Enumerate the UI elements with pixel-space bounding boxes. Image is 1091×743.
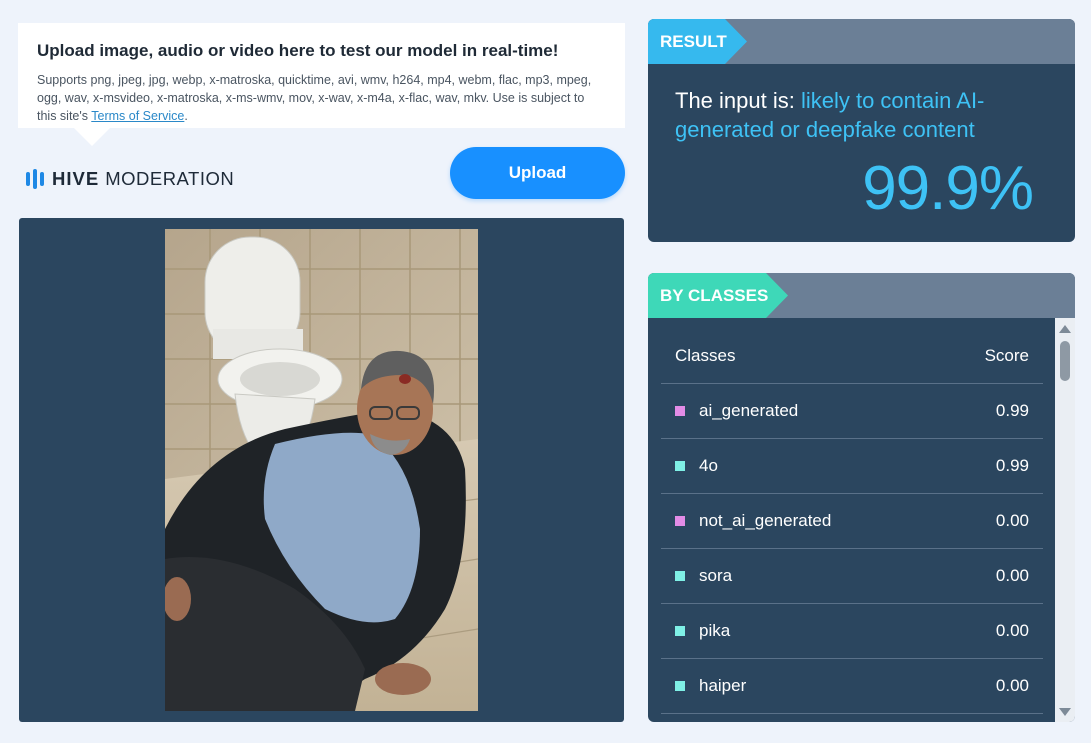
logo-brand: HIVE (52, 168, 100, 189)
logo-product: MODERATION (105, 168, 235, 189)
by-classes-tag: BY CLASSES (648, 273, 788, 318)
score-column-header: Score (984, 346, 1029, 365)
class-color-swatch (675, 516, 685, 526)
class-color-swatch (675, 461, 685, 471)
class-name: not_ai_generated (699, 511, 832, 530)
table-row: sora 0.00 (661, 549, 1043, 604)
result-prefix: The input is: (675, 88, 801, 113)
classes-table-header: Classes Score (661, 318, 1043, 384)
class-score: 0.00 (995, 511, 1029, 530)
table-row: pika 0.00 (661, 604, 1043, 659)
classes-header: BY CLASSES (648, 273, 1075, 318)
scroll-up-arrow-icon[interactable] (1059, 325, 1071, 333)
table-row: ai_generated 0.99 (661, 384, 1043, 439)
hive-moderation-logo: HIVE MODERATION (26, 167, 234, 191)
class-color-swatch (675, 626, 685, 636)
upload-info-card: Upload image, audio or video here to tes… (18, 23, 625, 146)
class-color-swatch (675, 571, 685, 581)
classes-table: Classes Score ai_generated 0.99 4o 0.99 … (661, 318, 1043, 714)
class-score: 0.00 (995, 676, 1029, 695)
result-card: RESULT The input is: likely to contain A… (648, 19, 1075, 242)
table-row: not_ai_generated 0.00 (661, 494, 1043, 549)
class-color-swatch (675, 681, 685, 691)
table-row: 4o 0.99 (661, 439, 1043, 494)
classes-scrollbar[interactable] (1055, 318, 1075, 722)
table-row: haiper 0.00 (661, 659, 1043, 714)
uploaded-photo (165, 229, 478, 711)
class-score: 0.00 (995, 566, 1029, 585)
class-name: sora (699, 566, 733, 585)
class-name: haiper (699, 676, 747, 695)
classes-column-header: Classes (675, 346, 736, 365)
upload-button[interactable]: Upload (450, 147, 625, 199)
terms-suffix: . (184, 109, 188, 123)
by-classes-card: BY CLASSES Classes Score ai_generated 0.… (648, 273, 1075, 722)
class-name: ai_generated (699, 401, 799, 420)
supported-formats-text: Supports png, jpeg, jpg, webp, x-matrosk… (37, 71, 606, 125)
class-score: 0.99 (995, 401, 1029, 420)
scroll-down-arrow-icon[interactable] (1059, 708, 1071, 716)
upload-info-title: Upload image, audio or video here to tes… (37, 41, 559, 60)
result-tag: RESULT (648, 19, 747, 64)
result-text: The input is: likely to contain AI-gener… (675, 86, 1035, 144)
class-name: pika (699, 621, 731, 640)
terms-of-service-link[interactable]: Terms of Service (91, 109, 184, 123)
class-name: 4o (699, 456, 718, 475)
class-score: 0.00 (995, 621, 1029, 640)
hive-logo-icon (26, 169, 44, 189)
class-score: 0.99 (995, 456, 1029, 475)
class-color-swatch (675, 406, 685, 416)
media-preview-panel (19, 218, 624, 722)
scrollbar-thumb[interactable] (1060, 341, 1070, 381)
result-header: RESULT (648, 19, 1075, 64)
result-percentage: 99.9% (862, 154, 1034, 223)
